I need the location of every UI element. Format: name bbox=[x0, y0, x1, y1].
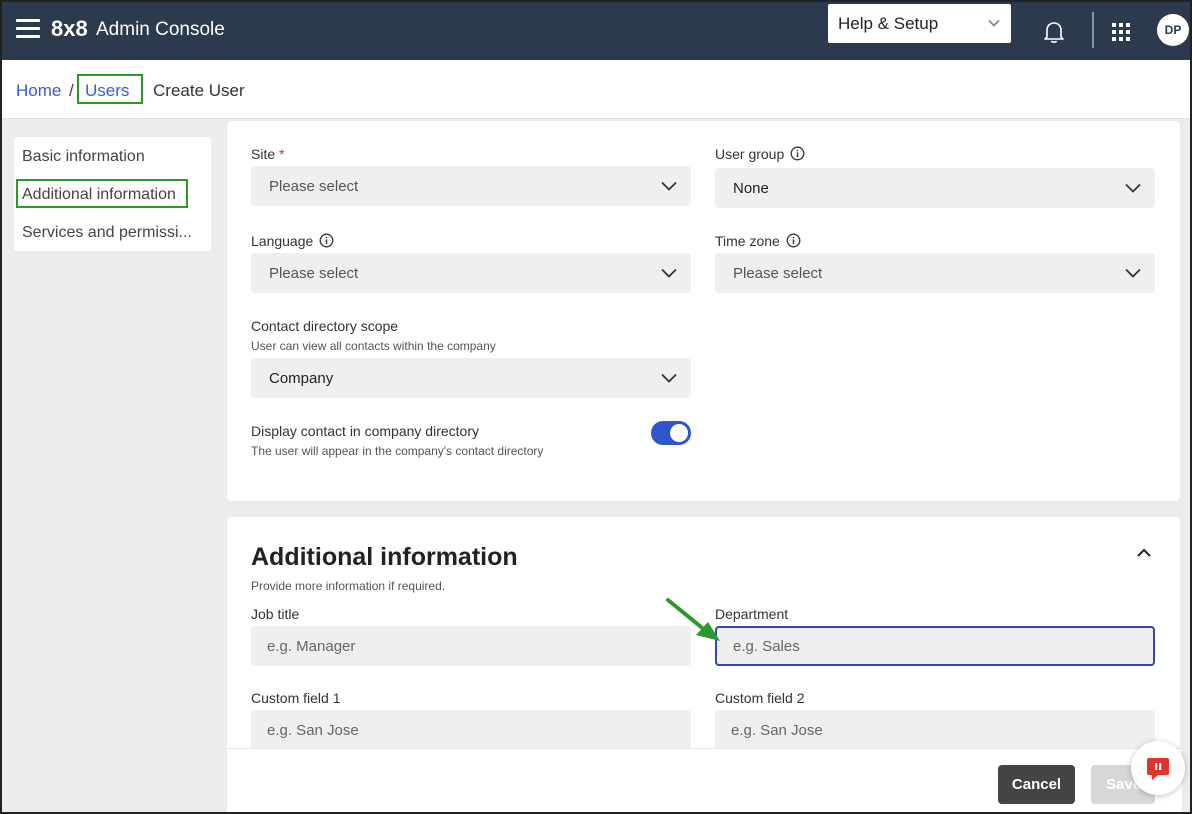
site-label: Site * bbox=[251, 146, 285, 162]
section-title: Additional information bbox=[251, 543, 518, 571]
time-zone-select[interactable]: Please select bbox=[715, 253, 1155, 293]
help-setup-label: Help & Setup bbox=[838, 13, 939, 33]
job-title-label: Job title bbox=[251, 606, 300, 622]
bell-icon[interactable] bbox=[1043, 20, 1065, 44]
custom-field-2-input[interactable] bbox=[715, 710, 1155, 750]
app-title: Admin Console bbox=[96, 19, 225, 40]
language-label: Language bbox=[251, 233, 334, 249]
time-zone-label: Time zone bbox=[715, 233, 801, 249]
user-group-select-value: None bbox=[733, 179, 769, 197]
nav-services-permissions[interactable]: Services and permissi... bbox=[22, 224, 192, 242]
custom-field-1-input[interactable] bbox=[251, 710, 691, 750]
custom-field-2-label: Custom field 2 bbox=[715, 690, 805, 706]
chevron-down-icon bbox=[661, 268, 677, 278]
breadcrumb-current: Create User bbox=[153, 81, 245, 100]
required-marker: * bbox=[279, 146, 285, 162]
site-select-value: Please select bbox=[269, 177, 359, 195]
apps-grid-icon[interactable] bbox=[1112, 23, 1130, 41]
job-title-input[interactable] bbox=[251, 626, 691, 666]
toolbar-divider bbox=[1092, 12, 1094, 48]
top-bar: 8x8 Admin Console Help & Setup DP bbox=[0, 0, 1192, 60]
site-select[interactable]: Please select bbox=[251, 166, 691, 206]
time-zone-select-value: Please select bbox=[733, 264, 823, 282]
chat-icon bbox=[1147, 758, 1169, 780]
chevron-down-icon bbox=[1125, 183, 1141, 193]
toggle-knob bbox=[670, 424, 688, 442]
contact-scope-select-value: Company bbox=[269, 369, 334, 387]
breadcrumb-users[interactable]: Users bbox=[85, 81, 129, 101]
contact-scope-select[interactable]: Company bbox=[251, 358, 691, 398]
cancel-button[interactable]: Cancel bbox=[998, 765, 1075, 804]
user-group-label: User group bbox=[715, 146, 805, 162]
department-input[interactable] bbox=[715, 626, 1155, 666]
help-setup-dropdown[interactable]: Help & Setup bbox=[828, 4, 1011, 43]
breadcrumb-separator: / bbox=[69, 81, 74, 100]
nav-basic-information[interactable]: Basic information bbox=[22, 148, 145, 166]
chevron-up-icon[interactable] bbox=[1136, 547, 1152, 559]
info-icon[interactable] bbox=[786, 233, 801, 248]
logo: 8x8 bbox=[51, 16, 88, 41]
section-nav: Basic information Additional information… bbox=[14, 137, 211, 251]
chevron-down-icon bbox=[1125, 268, 1141, 278]
contact-scope-label: Contact directory scope bbox=[251, 318, 399, 334]
hamburger-menu-icon[interactable] bbox=[16, 19, 40, 39]
section-subtitle: Provide more information if required. bbox=[251, 579, 446, 593]
language-select[interactable]: Please select bbox=[251, 253, 691, 293]
chevron-down-icon bbox=[661, 373, 677, 383]
display-contact-label: Display contact in company directory bbox=[251, 423, 479, 439]
department-label: Department bbox=[715, 606, 789, 622]
chevron-down-icon bbox=[988, 19, 1000, 27]
info-icon[interactable] bbox=[319, 233, 334, 248]
display-contact-toggle[interactable] bbox=[651, 421, 691, 445]
contact-scope-description: User can view all contacts within the co… bbox=[251, 339, 496, 353]
info-icon[interactable] bbox=[790, 146, 805, 161]
display-contact-description: The user will appear in the company's co… bbox=[251, 444, 544, 458]
avatar[interactable]: DP bbox=[1157, 14, 1189, 46]
breadcrumb-home[interactable]: Home bbox=[16, 81, 61, 101]
chevron-down-icon bbox=[661, 181, 677, 191]
custom-field-1-label: Custom field 1 bbox=[251, 690, 341, 706]
chat-button[interactable] bbox=[1131, 741, 1185, 795]
breadcrumb: Home / Users Create User bbox=[0, 60, 1192, 119]
language-select-value: Please select bbox=[269, 264, 359, 282]
user-group-select[interactable]: None bbox=[715, 168, 1155, 208]
nav-additional-information[interactable]: Additional information bbox=[22, 186, 176, 204]
